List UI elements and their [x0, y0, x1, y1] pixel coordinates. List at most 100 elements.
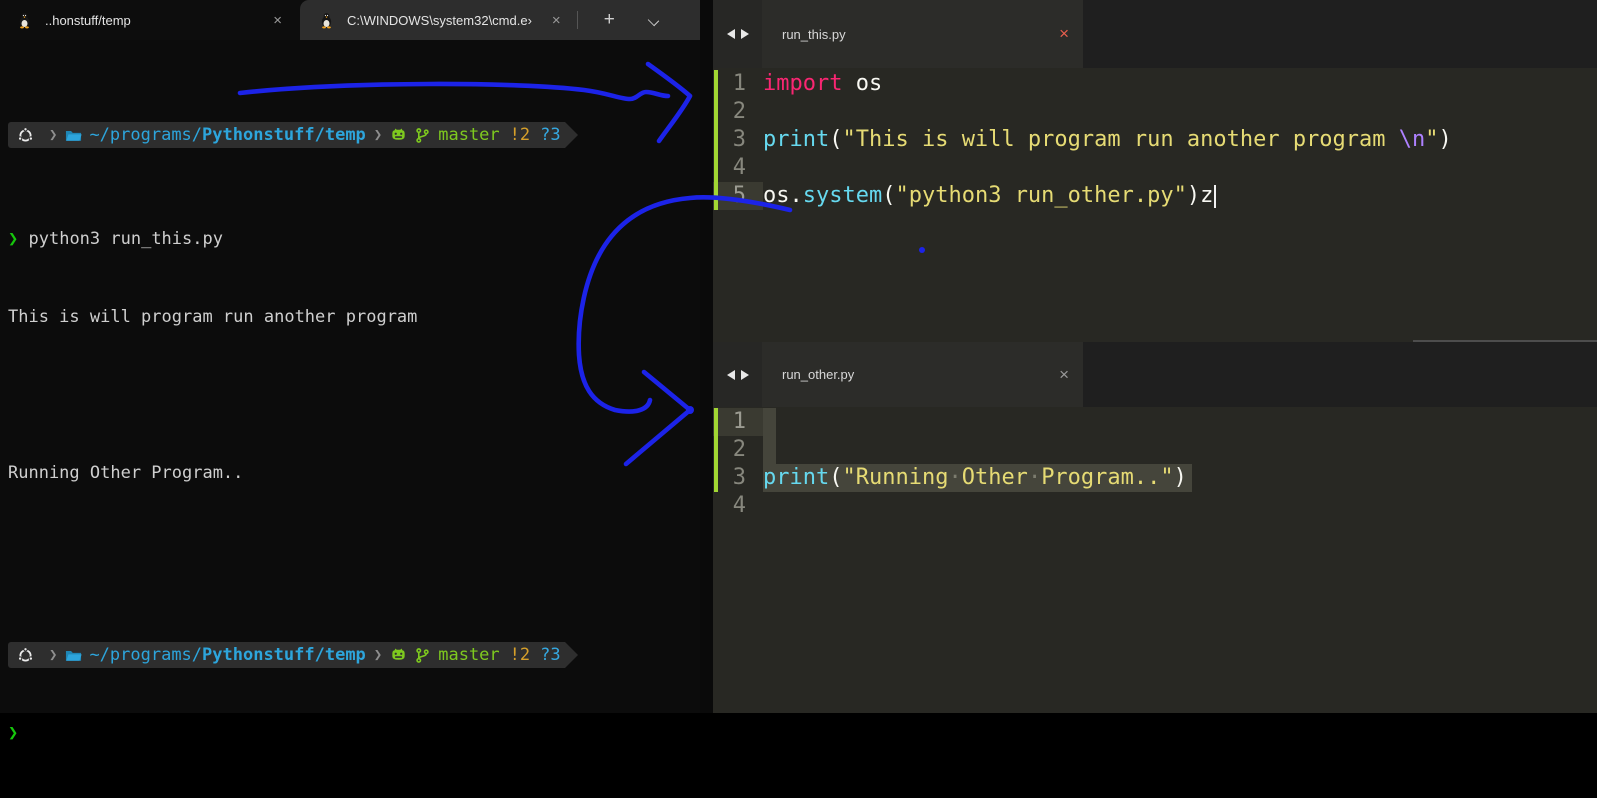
- prompt-symbol: ❯: [8, 720, 18, 746]
- tab-title: run_this.py: [782, 27, 1059, 42]
- terminal-content[interactable]: ❯ ~/programs/Pythonstuff/temp ❯: [8, 44, 700, 798]
- editor-tab-bar: run_other.py ×: [713, 342, 1597, 407]
- pane-divider[interactable]: [1413, 340, 1597, 342]
- chevron-down-icon[interactable]: [649, 15, 659, 25]
- line-number: 3: [713, 126, 763, 154]
- code-text: [763, 436, 776, 464]
- prompt-path: ~/programs/Pythonstuff/temp: [89, 642, 365, 668]
- powerline-separator: ❯: [374, 642, 382, 668]
- tux-icon: [16, 12, 33, 29]
- terminal-tab-bar: C:\WINDOWS\system32\cmd.e› × + ..honstuf…: [0, 0, 700, 40]
- powerline-prompt: ❯ ~/programs/Pythonstuff/temp ❯: [8, 122, 565, 148]
- octocat-icon: [390, 647, 407, 664]
- git-branch-icon: [414, 127, 431, 144]
- git-untracked-count: ?3: [540, 642, 560, 668]
- terminal-window: C:\WINDOWS\system32\cmd.e› × + ..honstuf…: [0, 0, 700, 713]
- output-text: This is will program run another program: [8, 304, 417, 330]
- octocat-icon: [390, 127, 407, 144]
- prompt-line: ❯ ~/programs/Pythonstuff/temp ❯: [8, 122, 700, 148]
- git-dirty-count: !2: [510, 642, 530, 668]
- blank-line: [8, 382, 700, 408]
- token-pl: )z: [1187, 183, 1214, 208]
- git-untracked-count: ?3: [540, 122, 560, 148]
- token-fn: print: [763, 465, 829, 490]
- token-pl: ): [1439, 127, 1452, 152]
- token-pl: ): [1174, 465, 1187, 490]
- code-line: 3print("This is will program run another…: [713, 126, 1597, 154]
- prompt-path-prefix: ~/programs/: [89, 645, 202, 665]
- editor-pane-run-other: run_other.py × 123print("Running·Other·P…: [700, 342, 1597, 713]
- token-pl: os: [842, 71, 882, 96]
- close-tab-icon[interactable]: ×: [1059, 365, 1069, 385]
- command-line: ❯ python3 run_this.py: [8, 226, 700, 252]
- scroll-right-icon[interactable]: [741, 370, 749, 380]
- command-text: python3 run_this.py: [29, 226, 223, 252]
- line-number: 2: [713, 436, 763, 464]
- tab-run-this[interactable]: run_this.py ×: [762, 0, 1083, 68]
- tab-scroll-nav: [713, 342, 762, 407]
- code-line: 2: [713, 98, 1597, 126]
- close-tab-icon[interactable]: ×: [1059, 24, 1069, 44]
- line-number: 2: [713, 98, 763, 126]
- line-number: 5: [713, 182, 763, 210]
- scroll-right-icon[interactable]: [741, 29, 749, 39]
- folder-icon: [65, 127, 82, 144]
- git-branch-name: master: [438, 642, 499, 668]
- tab-run-other[interactable]: run_other.py ×: [762, 342, 1083, 407]
- code-text: print("This is will program run another …: [763, 126, 1452, 154]
- code-area-run-this[interactable]: 1import os23print("This is will program …: [713, 68, 1597, 340]
- prompt-path: ~/programs/Pythonstuff/temp: [89, 122, 365, 148]
- token-str: "Running: [842, 465, 948, 490]
- code-line: 4: [713, 154, 1597, 182]
- modified-lines-bar: [714, 408, 718, 492]
- tux-icon: [318, 12, 335, 29]
- token-kw: import: [763, 71, 842, 96]
- modified-lines-bar: [714, 70, 718, 210]
- close-tab-icon[interactable]: ×: [267, 12, 288, 29]
- token-str: ": [1425, 127, 1438, 152]
- code-text: print("Running·Other·Program.."): [763, 464, 1192, 492]
- text-cursor: [1214, 185, 1216, 208]
- tab-bar-divider: [577, 11, 578, 29]
- code-line: 1import os: [713, 70, 1597, 98]
- ubuntu-logo-icon: [17, 127, 34, 144]
- new-tab-button[interactable]: +: [592, 9, 627, 31]
- token-esc: \n: [1399, 127, 1426, 152]
- prompt-line: ❯ ~/programs/Pythonstuff/temp ❯: [8, 642, 700, 668]
- token-pl: (: [829, 465, 842, 490]
- powerline-separator: ❯: [374, 122, 382, 148]
- token-str: "python3 run_other.py": [895, 183, 1186, 208]
- line-number: 4: [713, 492, 763, 520]
- git-branch-icon: [414, 647, 431, 664]
- tab-scroll-nav: [713, 0, 762, 68]
- terminal-tab-wsl[interactable]: ..honstuff/temp ×: [0, 0, 300, 40]
- scroll-left-icon[interactable]: [727, 29, 735, 39]
- editor-icon-border: [700, 0, 713, 713]
- scroll-left-icon[interactable]: [727, 370, 735, 380]
- powerline-separator: ❯: [49, 642, 57, 668]
- token-str: "This is will program run another progra…: [842, 127, 1398, 152]
- code-line: 5os.system("python3 run_other.py")z: [713, 182, 1597, 210]
- code-line: 2: [713, 436, 1597, 464]
- blank-line: [8, 538, 700, 564]
- token-pl: os.: [763, 183, 803, 208]
- line-number: 1: [713, 408, 763, 436]
- token-str: Other: [962, 465, 1028, 490]
- powerline-prompt: ❯ ~/programs/Pythonstuff/temp ❯: [8, 642, 565, 668]
- terminal-tab-cmd-title: C:\WINDOWS\system32\cmd.e›: [347, 13, 532, 28]
- code-area-run-other[interactable]: 123print("Running·Other·Program..")4: [713, 407, 1597, 713]
- output-line: This is will program run another program: [8, 304, 700, 330]
- terminal-tab-wsl-title: ..honstuff/temp: [45, 13, 267, 28]
- token-fn: print: [763, 127, 829, 152]
- line-number: 4: [713, 154, 763, 182]
- prompt-path-prefix: ~/programs/: [89, 125, 202, 145]
- git-dirty-count: !2: [510, 122, 530, 148]
- editor-pane-run-this: run_this.py × 1import os23print("This is…: [700, 0, 1597, 340]
- powerline-separator: ❯: [49, 122, 57, 148]
- token-str: Program..": [1041, 465, 1173, 490]
- line-number: 3: [713, 464, 763, 492]
- code-line: 1: [713, 408, 1597, 436]
- line-number: 1: [713, 70, 763, 98]
- code-text: import os: [763, 70, 882, 98]
- close-tab-icon[interactable]: ×: [546, 12, 567, 29]
